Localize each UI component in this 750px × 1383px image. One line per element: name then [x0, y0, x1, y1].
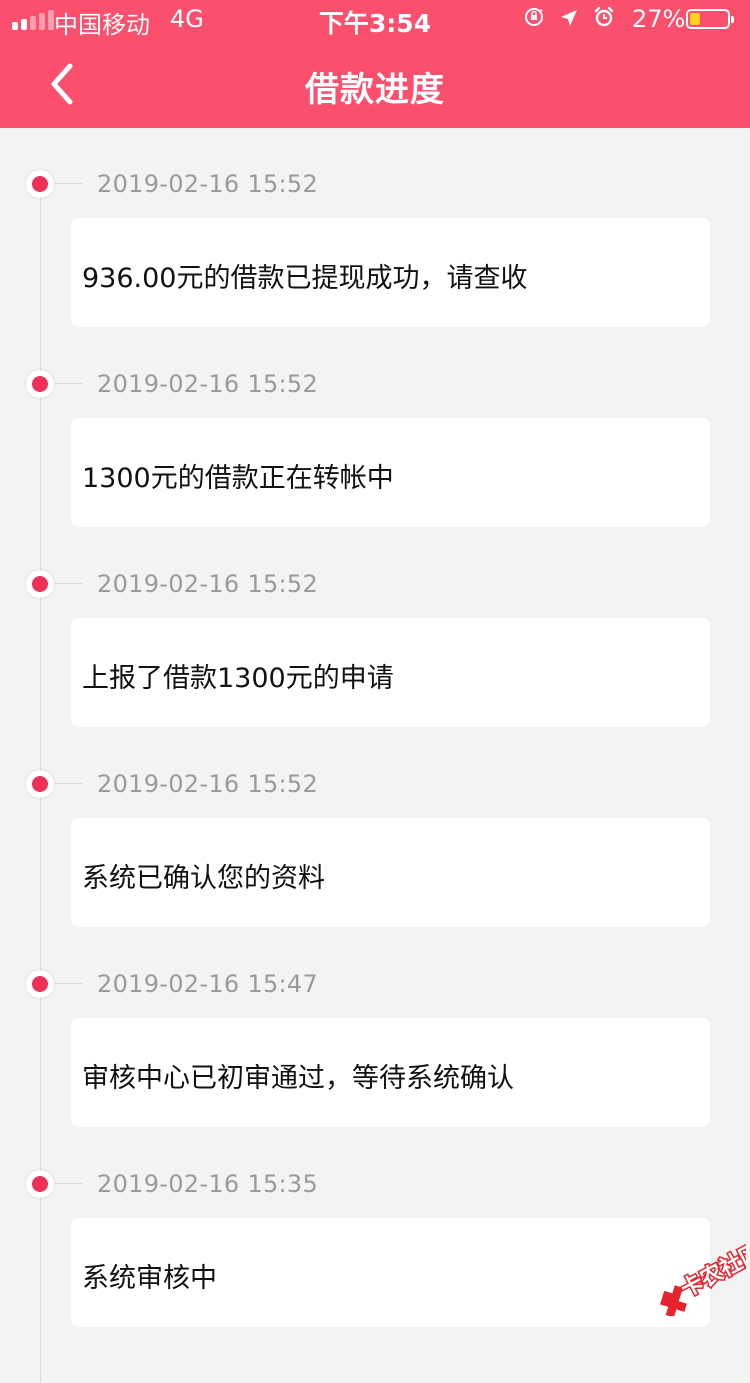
timeline-node — [26, 770, 54, 798]
timeline-dot — [32, 776, 48, 792]
timeline-timestamp: 2019-02-16 15:52 — [97, 170, 319, 198]
svg-text:卡农社区: 卡农社区 — [676, 1240, 746, 1303]
timeline-timestamp: 2019-02-16 15:52 — [97, 570, 319, 598]
timeline-card: 上报了借款1300元的申请 — [71, 618, 710, 727]
timeline-timestamp: 2019-02-16 15:47 — [97, 970, 319, 998]
alarm-icon — [593, 6, 615, 34]
watermark-logo: 卡农社区 — [648, 1237, 750, 1318]
timeline-connector — [54, 1183, 82, 1184]
status-bar: 中国移动 4G 下午3:54 27% — [0, 0, 750, 40]
timeline-message: 系统已确认您的资料 — [82, 863, 325, 894]
timeline-node — [26, 970, 54, 998]
orientation-lock-icon — [523, 6, 545, 34]
timeline-node — [26, 1170, 54, 1198]
timeline-connector — [54, 783, 82, 784]
timeline-timestamp: 2019-02-16 15:35 — [97, 1170, 319, 1198]
battery-fill — [690, 13, 700, 25]
timeline-dot — [32, 576, 48, 592]
loan-progress-timeline: 2019-02-16 15:52 936.00元的借款已提现成功，请查收 2019-… — [0, 128, 750, 1383]
app-header: 中国移动 4G 下午3:54 27% 借款进度 — [0, 0, 750, 128]
timeline-dot — [32, 176, 48, 192]
timeline-node — [26, 570, 54, 598]
timeline-card: 系统已确认您的资料 — [71, 818, 710, 927]
timeline-message: 936.00元的借款已提现成功，请查收 — [82, 263, 528, 294]
timeline-connector — [54, 383, 82, 384]
timeline-item: 2019-02-16 15:47 审核中心已初审通过，等待系统确认 — [0, 928, 750, 1128]
timeline-connector — [54, 183, 82, 184]
timeline-connector — [54, 983, 82, 984]
timeline-dot — [32, 976, 48, 992]
timeline-node — [26, 370, 54, 398]
timeline-card: 1300元的借款正在转帐中 — [71, 418, 710, 527]
timeline-card: 936.00元的借款已提现成功，请查收 — [71, 218, 710, 327]
timeline-timestamp: 2019-02-16 15:52 — [97, 770, 319, 798]
timeline-message: 1300元的借款正在转帐中 — [82, 463, 394, 494]
timeline-node — [26, 170, 54, 198]
timeline-message: 系统审核中 — [82, 1263, 217, 1294]
timeline-message: 上报了借款1300元的申请 — [82, 663, 394, 694]
timeline-item: 2019-02-16 15:35 系统审核中 — [0, 1128, 750, 1328]
battery-icon — [686, 9, 734, 29]
timeline-item: 2019-02-16 15:52 936.00元的借款已提现成功，请查收 — [0, 128, 750, 328]
timeline-timestamp: 2019-02-16 15:52 — [97, 370, 319, 398]
timeline-item: 2019-02-16 15:52 1300元的借款正在转帐中 — [0, 328, 750, 528]
page-title: 借款进度 — [305, 70, 445, 110]
timeline-message: 审核中心已初审通过，等待系统确认 — [82, 1063, 514, 1094]
timeline-item: 2019-02-16 15:52 系统已确认您的资料 — [0, 728, 750, 928]
timeline-dot — [32, 1176, 48, 1192]
timeline-item: 2019-02-16 15:52 上报了借款1300元的申请 — [0, 528, 750, 728]
timeline-dot — [32, 376, 48, 392]
timeline-card: 审核中心已初审通过，等待系统确认 — [71, 1018, 710, 1127]
timeline-card: 系统审核中 — [71, 1218, 710, 1327]
location-arrow-icon — [559, 6, 579, 34]
battery-percent: 27% — [632, 5, 686, 33]
timeline-connector — [54, 583, 82, 584]
